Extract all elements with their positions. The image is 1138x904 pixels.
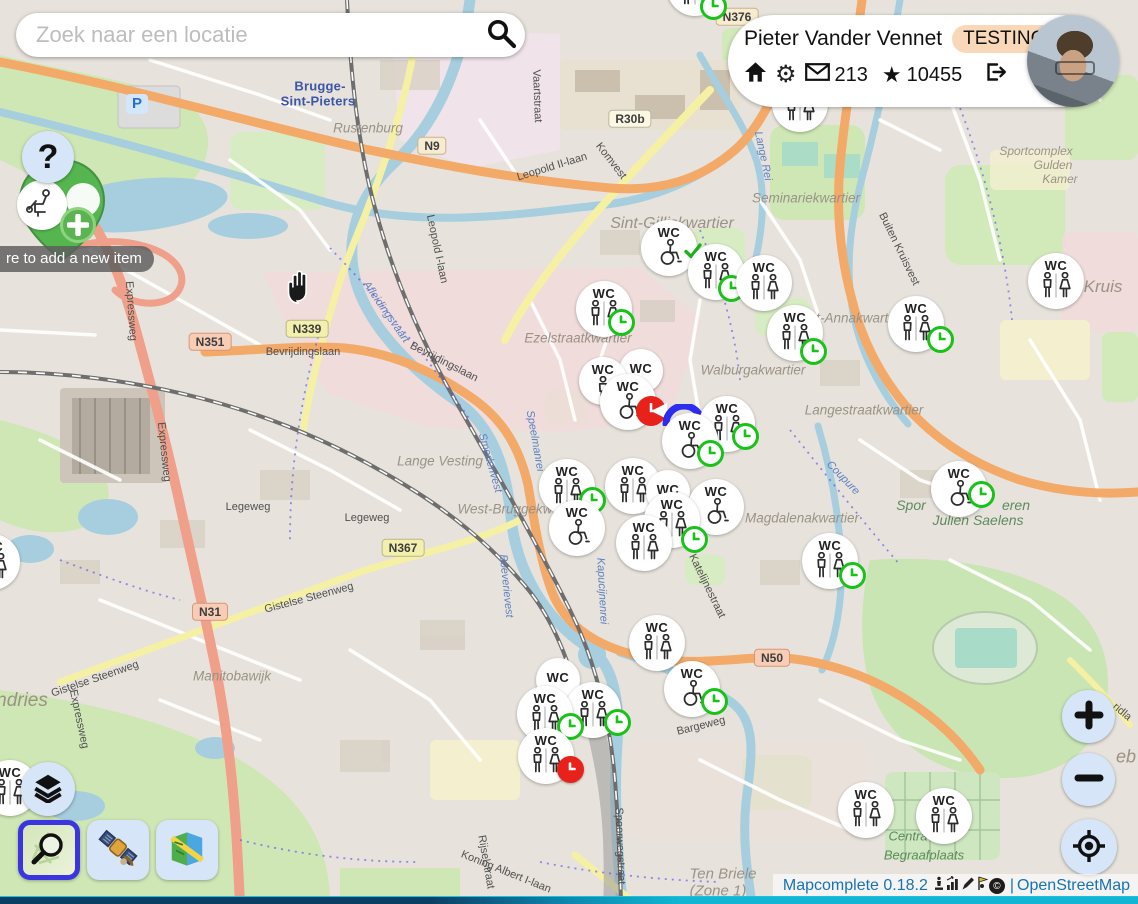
map-viewport[interactable]: Brugge-Sint-PietersRustenburgSint-Gillis… [0,0,1138,904]
star-icon: ★ [882,64,902,86]
help-button[interactable]: ? [22,131,74,183]
wc-marker-label: WC [534,692,557,705]
wc-marker-label: WC [646,621,669,634]
pen-icon [961,876,975,896]
settings-gear-icon[interactable]: ⚙ [775,63,797,87]
wc-marker-label: WC [855,788,878,801]
folded-map-icon [167,831,207,870]
wc-marker-label: WC [753,261,776,274]
opening-hours-badge-green [681,526,708,553]
wc-marker-label: WC [630,362,653,375]
wc-marker[interactable]: WC [736,255,792,311]
opening-hours-badge-green [700,0,727,20]
wc-marker-label: WC [681,667,704,680]
plus-icon [1074,700,1104,733]
osm-magnifier-icon [29,829,69,872]
wc-marker-label: WC [705,485,728,498]
map-markers-layer: WC WC WC WC WC WC WC WC WC WC WC WC WC WC WC WC WC WC WC WC… [0,0,1138,904]
add-plus-icon[interactable] [60,207,96,243]
user-avatar[interactable] [1027,15,1119,107]
opening-hours-badge-red [557,756,584,783]
wc-marker-label: WC [705,250,728,263]
opening-hours-badge-green [968,481,995,508]
logout-icon[interactable] [984,61,1007,89]
wc-marker[interactable]: WC [616,515,672,571]
wc-marker-label: WC [716,402,739,415]
stats-icon [946,876,960,896]
wc-marker[interactable]: WC [1028,253,1084,309]
wc-marker-label: WC [556,465,579,478]
wc-marker[interactable]: WC [916,788,972,844]
zoom-out-button[interactable] [1062,753,1115,806]
search-input[interactable] [34,21,477,49]
wc-marker-label: WC [547,671,570,684]
wc-marker-label: WC [633,521,656,534]
wc-marker[interactable]: WC [0,534,20,590]
avatar-glasses [1055,61,1095,75]
basemap-map-button[interactable] [156,820,218,880]
opening-hours-badge-green [732,423,759,450]
basemap-osm-button[interactable] [18,820,80,880]
satellite-icon [97,829,139,872]
toilet-wrench-icon [25,187,59,224]
mascot-flag-icon [976,876,988,896]
search-icon [486,18,517,52]
mapcomplete-version-link[interactable]: Mapcomplete 0.18.2 [783,877,928,895]
attribution-bar: Mapcomplete 0.18.2 © | OpenStreetMap [773,874,1138,898]
wc-marker[interactable]: WC [549,500,605,556]
opening-hours-badge-green [608,309,635,336]
minus-icon [1074,763,1104,796]
wc-marker-label: WC [819,539,842,552]
opening-hours-badge-green [604,709,631,736]
zoom-in-button[interactable] [1062,690,1115,743]
theme-bottom-bar [0,896,1138,904]
basemap-style-switcher [18,820,218,880]
basemap-satellite-button[interactable] [87,820,149,880]
crosshair-icon [1072,829,1106,866]
wc-marker[interactable]: WC [838,782,894,838]
wc-marker-label: WC [535,734,558,747]
layers-icon [33,773,63,806]
wc-marker-label: WC [784,311,807,324]
attribution-divider: | [1010,877,1014,895]
layers-button[interactable] [21,762,75,816]
opening-hours-badge-green [697,440,724,467]
geolocate-button[interactable] [1061,819,1117,875]
wc-marker-label: WC [582,688,605,701]
copyright-icon: © [989,878,1005,894]
hand-cursor-icon [281,268,319,311]
opening-hours-badge-green [839,562,866,589]
user-name: Pieter Vander Vennet [744,27,942,51]
home-icon[interactable] [744,61,767,89]
wc-marker-label: WC [0,766,21,779]
statue-icon [933,876,945,896]
wc-marker-label: WC [592,363,615,376]
location-search-bar [16,13,525,57]
opening-hours-badge-green [927,326,954,353]
wc-marker-label: WC [0,540,3,553]
opening-hours-badge-green [701,688,728,715]
add-item-tooltip: re to add a new item [0,246,154,272]
wc-marker-label: WC [679,419,702,432]
search-button[interactable] [477,13,525,57]
wc-marker-label: WC [948,467,971,480]
messages-envelope-icon[interactable] [805,63,830,87]
wc-marker-label: WC [593,287,616,300]
wc-marker-label: WC [658,226,681,239]
messages-count: 213 [835,64,868,87]
wc-marker-label: WC [622,464,645,477]
wc-marker-label: WC [566,506,589,519]
attribution-icons: © [933,876,1005,896]
wc-marker-label: WC [905,302,928,315]
wc-marker[interactable]: WC [629,615,685,671]
changeset-count: 10455 [907,64,963,87]
opening-hours-badge-green [800,338,827,365]
wc-marker-label: WC [1045,259,1068,272]
wc-marker-label: WC [617,380,640,393]
openstreetmap-link[interactable]: OpenStreetMap [1017,877,1130,895]
wc-marker-label: WC [661,498,684,511]
wc-marker-label: WC [933,794,956,807]
